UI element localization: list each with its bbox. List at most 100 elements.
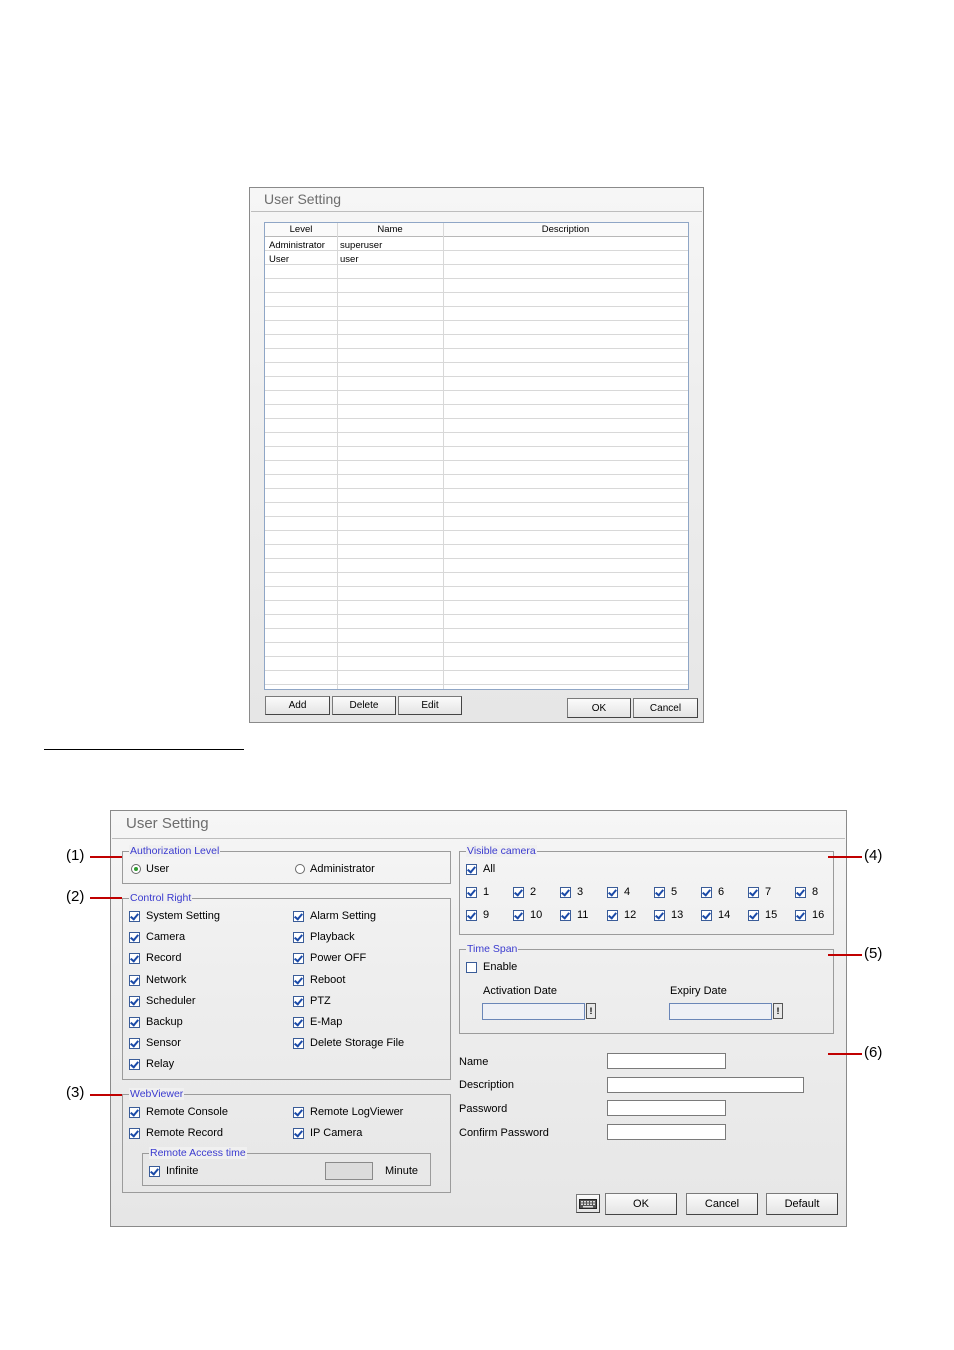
camera-8-checkbox[interactable] bbox=[795, 887, 806, 898]
marker-3: (3) bbox=[66, 1084, 85, 1101]
marker-1-line bbox=[90, 856, 122, 858]
control-right-1-checkbox[interactable] bbox=[293, 932, 304, 944]
table-row bbox=[265, 600, 688, 601]
camera-11-checkbox[interactable] bbox=[560, 910, 571, 921]
keyboard-button[interactable] bbox=[576, 1194, 600, 1213]
all-cameras-checkbox[interactable] bbox=[466, 864, 477, 875]
visible-camera-title: Visible camera bbox=[466, 845, 537, 857]
default-button[interactable]: Default bbox=[766, 1193, 838, 1215]
edit-button[interactable]: Edit bbox=[398, 696, 462, 715]
webviewer-title: WebViewer bbox=[129, 1088, 185, 1100]
remote-logviewer-checkbox[interactable] bbox=[293, 1107, 304, 1118]
control-left-3-checkbox[interactable] bbox=[129, 974, 140, 986]
row1-level[interactable]: Administrator bbox=[269, 240, 325, 251]
column-header-description[interactable]: Description bbox=[443, 224, 688, 235]
dialog2-cancel-button[interactable]: Cancel bbox=[686, 1193, 758, 1215]
remote-minutes-input[interactable] bbox=[325, 1162, 373, 1180]
row2-level[interactable]: User bbox=[269, 254, 289, 265]
row1-name[interactable]: superuser bbox=[340, 240, 382, 251]
control-left-1-checkbox[interactable] bbox=[129, 932, 140, 944]
remote-console-checkbox[interactable] bbox=[129, 1107, 140, 1118]
radio-administrator[interactable] bbox=[295, 864, 305, 874]
remote-record-checkbox[interactable] bbox=[129, 1128, 140, 1139]
control-left-2-label: Record bbox=[146, 952, 182, 965]
control-right-4-checkbox[interactable] bbox=[293, 995, 304, 1007]
camera-16-checkbox[interactable] bbox=[795, 910, 806, 921]
delete-button[interactable]: Delete bbox=[332, 696, 396, 715]
activation-date-input[interactable] bbox=[482, 1003, 585, 1020]
marker-2: (2) bbox=[66, 888, 85, 905]
control-right-2-checkbox[interactable] bbox=[293, 953, 304, 965]
table-row bbox=[265, 684, 688, 685]
control-right-3-checkbox[interactable] bbox=[293, 974, 304, 986]
remote-console-label: Remote Console bbox=[146, 1106, 228, 1118]
control-right-0-checkbox[interactable] bbox=[293, 911, 304, 922]
control-left-4-checkbox[interactable] bbox=[129, 995, 140, 1007]
camera-7-label: 7 bbox=[765, 886, 772, 898]
control-right-title: Control Right bbox=[129, 892, 193, 904]
control-left-2-checkbox[interactable] bbox=[129, 953, 140, 965]
control-right-6-checkbox[interactable] bbox=[293, 1038, 304, 1050]
activation-date-label: Activation Date bbox=[483, 985, 557, 997]
camera-10-checkbox[interactable] bbox=[513, 910, 524, 921]
control-right-1-label: Playback bbox=[310, 931, 355, 944]
control-left-7-checkbox[interactable] bbox=[129, 1059, 140, 1071]
table-row bbox=[265, 334, 688, 335]
camera-14-checkbox[interactable] bbox=[701, 910, 712, 921]
password-input[interactable] bbox=[607, 1100, 726, 1116]
remote-logviewer-label: Remote LogViewer bbox=[310, 1106, 404, 1118]
camera-12-checkbox[interactable] bbox=[607, 910, 618, 921]
description-input[interactable] bbox=[607, 1077, 804, 1093]
activation-date-picker-button[interactable]: ! bbox=[586, 1003, 596, 1019]
table-row bbox=[265, 670, 688, 671]
camera-15-checkbox[interactable] bbox=[748, 910, 759, 921]
row2-name[interactable]: user bbox=[340, 254, 358, 265]
enable-checkbox[interactable] bbox=[466, 962, 477, 973]
camera-13-checkbox[interactable] bbox=[654, 910, 665, 921]
ok-button[interactable]: OK bbox=[567, 698, 631, 718]
expiry-date-picker-button[interactable]: ! bbox=[773, 1003, 783, 1019]
control-left-5-checkbox[interactable] bbox=[129, 1017, 140, 1028]
camera-5-checkbox[interactable] bbox=[654, 887, 665, 898]
camera-3-checkbox[interactable] bbox=[560, 887, 571, 898]
camera-9-checkbox[interactable] bbox=[466, 910, 477, 921]
cancel-button[interactable]: Cancel bbox=[633, 698, 698, 718]
confirm-password-input[interactable] bbox=[607, 1124, 726, 1140]
expiry-date-input[interactable] bbox=[669, 1003, 772, 1020]
control-right-3-label: Reboot bbox=[310, 973, 346, 986]
control-left-3-label: Network bbox=[146, 973, 187, 986]
ip-camera-label: IP Camera bbox=[310, 1127, 363, 1139]
dialog2-ok-button[interactable]: OK bbox=[605, 1193, 677, 1215]
control-right-5-checkbox[interactable] bbox=[293, 1017, 304, 1028]
camera-12-label: 12 bbox=[624, 909, 637, 921]
radio-user[interactable] bbox=[131, 864, 141, 874]
camera-1-label: 1 bbox=[483, 886, 490, 898]
column-header-name[interactable]: Name bbox=[337, 224, 443, 235]
control-left-6-checkbox[interactable] bbox=[129, 1038, 140, 1050]
ip-camera-checkbox[interactable] bbox=[293, 1128, 304, 1139]
table-row bbox=[265, 418, 688, 419]
remote-access-time-title: Remote Access time bbox=[149, 1147, 247, 1159]
marker-6-line bbox=[828, 1053, 862, 1055]
name-input[interactable] bbox=[607, 1053, 726, 1069]
control-right-0-label: Alarm Setting bbox=[310, 910, 377, 922]
table-row bbox=[265, 432, 688, 433]
camera-6-checkbox[interactable] bbox=[701, 887, 712, 898]
camera-6-label: 6 bbox=[718, 886, 725, 898]
marker-4: (4) bbox=[864, 847, 883, 864]
camera-7-checkbox[interactable] bbox=[748, 887, 759, 898]
table-row bbox=[265, 390, 688, 391]
user-table[interactable]: Level Name Description Administrator sup… bbox=[264, 222, 689, 690]
control-right-group bbox=[122, 898, 451, 1080]
control-left-7-label: Relay bbox=[146, 1058, 175, 1071]
camera-10-label: 10 bbox=[530, 909, 543, 921]
table-row bbox=[265, 306, 688, 307]
camera-4-checkbox[interactable] bbox=[607, 887, 618, 898]
camera-1-checkbox[interactable] bbox=[466, 887, 477, 898]
add-button[interactable]: Add bbox=[265, 696, 330, 715]
infinite-checkbox[interactable] bbox=[149, 1166, 160, 1177]
description-label: Description bbox=[459, 1079, 515, 1091]
control-left-0-checkbox[interactable] bbox=[129, 911, 140, 922]
camera-2-checkbox[interactable] bbox=[513, 887, 524, 898]
column-header-level[interactable]: Level bbox=[265, 224, 337, 235]
